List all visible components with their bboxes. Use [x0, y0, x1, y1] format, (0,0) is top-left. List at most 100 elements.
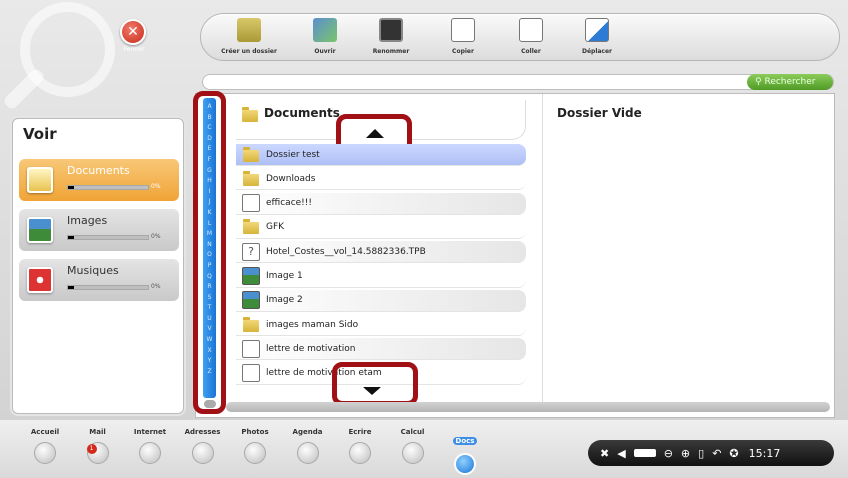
dock-item-adresses[interactable]: Adresses: [178, 428, 228, 464]
move-icon: [585, 18, 609, 42]
dock-item-calcul[interactable]: Calcul: [388, 428, 438, 464]
volume-minus-icon[interactable]: ⊖: [664, 447, 673, 460]
volume-plus-icon[interactable]: ⊕: [681, 447, 690, 460]
document-icon: [242, 364, 260, 383]
folder-icon: [242, 316, 260, 334]
dock-item-ecrire[interactable]: Ecrire: [335, 428, 385, 464]
volume-down-icon[interactable]: ◀: [617, 447, 625, 460]
copy-button[interactable]: Copier: [433, 18, 493, 55]
annotation-highlight-alphabet: [193, 91, 226, 414]
search-icon: ⚲: [755, 77, 762, 87]
category-documents[interactable]: Documents 0%: [19, 159, 179, 201]
paste-button[interactable]: Coller: [501, 18, 561, 55]
file-name: images maman Sido: [266, 319, 359, 330]
new-folder-icon: [237, 18, 261, 42]
file-list: Dossier test Downloads efficace!!! GFK? Hote…: [236, 144, 526, 392]
back-icon[interactable]: ↶: [712, 447, 721, 460]
file-row[interactable]: efficace!!!: [236, 192, 526, 215]
close-label: Fermer: [123, 46, 145, 53]
image-file-icon: [242, 267, 260, 285]
images-icon: [27, 217, 53, 243]
dock-item-agenda[interactable]: Agenda: [283, 428, 333, 464]
folder-icon: [242, 218, 260, 236]
trash-icon[interactable]: ▯: [698, 447, 704, 460]
file-row[interactable]: lettre de motivation: [236, 338, 526, 361]
document-icon: [242, 194, 260, 213]
close-button[interactable]: ✕: [120, 19, 146, 45]
write-icon: [349, 442, 371, 464]
search-button[interactable]: ⚲ Rechercher: [747, 74, 833, 90]
photos-icon: [244, 442, 266, 464]
file-name: GFK: [266, 222, 285, 233]
copy-icon: [451, 18, 475, 42]
home-icon: [34, 442, 56, 464]
help-icon[interactable]: ✪: [729, 447, 738, 460]
view-title: Voir: [23, 125, 57, 143]
scroll-down-button[interactable]: [332, 362, 418, 406]
create-folder-button[interactable]: Créer un dossier: [219, 18, 279, 55]
document-icon: [242, 339, 260, 358]
open-button[interactable]: Ouvrir: [295, 18, 355, 55]
dock-item-label: Agenda: [292, 428, 323, 436]
category-music[interactable]: Musiques 0%: [19, 259, 179, 301]
dock-item-photos[interactable]: Photos: [230, 428, 280, 464]
paste-icon: [519, 18, 543, 42]
dock-item-label: Docs: [452, 437, 478, 445]
dock-item-internet[interactable]: Internet: [125, 428, 175, 464]
dock-item-label: Photos: [241, 428, 269, 436]
file-row[interactable]: Downloads: [236, 168, 526, 191]
dock-item-mail[interactable]: Mail 1: [73, 428, 123, 464]
system-tray: ✖ ◀ ⊖ ⊕ ▯ ↶ ✪ 15:17: [588, 440, 834, 466]
detail-title: Dossier Vide: [557, 106, 642, 120]
images-usage-bar: [67, 235, 149, 240]
category-images[interactable]: Images 0%: [19, 209, 179, 251]
folder-icon: [242, 146, 260, 164]
arrow-up-icon: [366, 129, 384, 138]
detail-panel: Dossier Vide: [542, 94, 834, 404]
unread-badge: 1: [86, 444, 97, 454]
file-name: Downloads: [266, 173, 316, 184]
file-name: lettre de motivation: [266, 343, 356, 354]
docs-icon: [454, 453, 476, 475]
file-row[interactable]: Image 1: [236, 266, 526, 288]
file-row[interactable]: ? Hotel_Costes__vol_14.5882336.TPB: [236, 241, 526, 264]
documents-icon: [27, 167, 53, 193]
calendar-icon: [296, 442, 319, 464]
file-row[interactable]: Dossier test: [236, 144, 526, 166]
volume-bar[interactable]: [633, 449, 656, 457]
dock-item-docs[interactable]: Docs: [440, 428, 490, 475]
dock-item-label: Accueil: [30, 428, 60, 436]
folder-icon: [242, 107, 258, 122]
dock-item-accueil[interactable]: Accueil: [20, 428, 70, 464]
clock: 15:17: [748, 446, 781, 460]
move-button[interactable]: Déplacer: [567, 18, 627, 55]
file-row[interactable]: Image 2: [236, 289, 526, 312]
view-panel: Voir Documents 0% Images 0% Musiques 0%: [12, 118, 184, 414]
documents-usage-bar: [67, 185, 149, 190]
file-name: Image 2: [266, 295, 303, 306]
calculator-icon: [401, 442, 424, 464]
folder-icon: [242, 170, 260, 188]
horizontal-scrollbar[interactable]: [226, 402, 830, 412]
tools-icon[interactable]: ✖: [600, 447, 609, 460]
dock-item-label: Calcul: [400, 428, 425, 436]
rename-button[interactable]: Renommer: [361, 18, 421, 55]
rename-icon: [379, 18, 403, 42]
file-name: Hotel_Costes__vol_14.5882336.TPB: [266, 246, 426, 257]
music-icon: [27, 267, 53, 293]
internet-icon: [139, 442, 161, 464]
open-icon: [313, 18, 337, 42]
file-name: Dossier test: [266, 149, 320, 160]
file-name: Image 1: [266, 271, 303, 281]
dock-item-label: Internet: [133, 428, 167, 436]
search-input[interactable]: ⚲ Rechercher: [202, 74, 834, 90]
unknown-file-icon: ?: [242, 242, 260, 261]
contacts-icon: [191, 442, 214, 464]
image-file-icon: [242, 291, 260, 310]
music-usage-bar: [67, 285, 149, 290]
file-row[interactable]: GFK: [236, 217, 526, 239]
toolbar: Créer un dossier Ouvrir Renommer Copier …: [200, 13, 840, 61]
dock-item-label: Mail: [89, 428, 106, 436]
file-row[interactable]: images maman Sido: [236, 314, 526, 337]
arrow-down-icon: [363, 387, 381, 395]
